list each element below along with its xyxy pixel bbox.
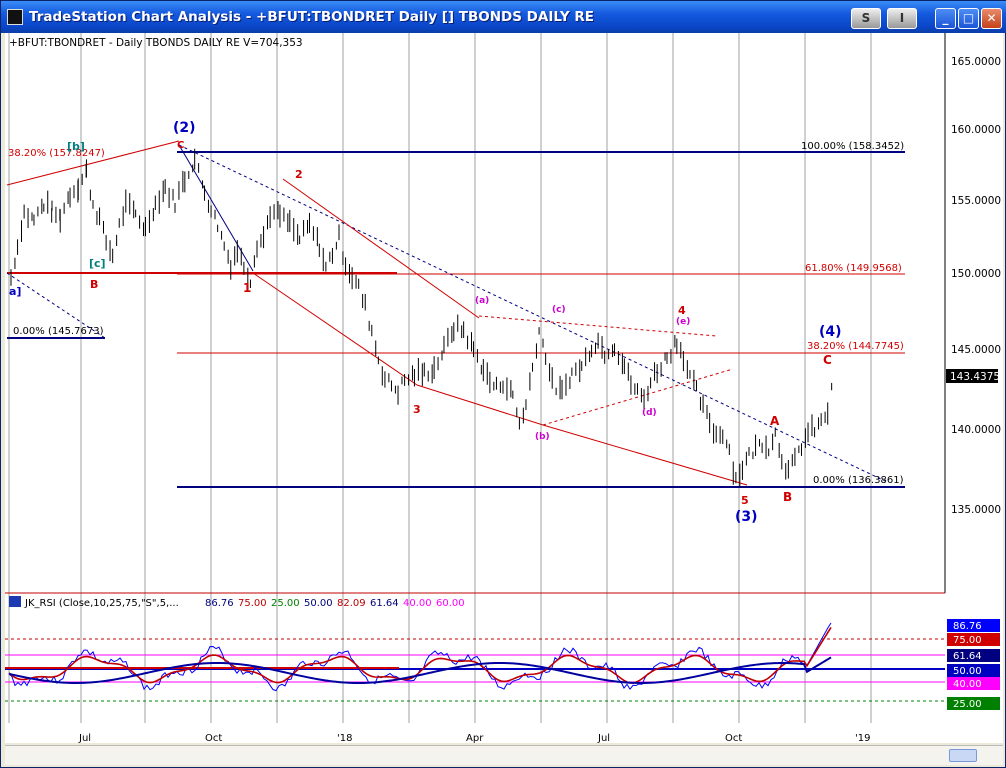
wave-3-label: (3) — [735, 509, 758, 525]
time-tick: '19 — [855, 733, 870, 743]
a-bracket-label: a] — [9, 285, 21, 298]
wave-c-small: (c) — [552, 305, 566, 315]
chart-header: +BFUT:TBONDRET - Daily TBONDS DAILY RE V… — [9, 37, 303, 49]
close-button[interactable]: ✕ — [981, 8, 1002, 29]
time-tick: Oct — [205, 733, 222, 743]
wave-C-label: C — [823, 353, 832, 367]
wave-1-label: 1 — [243, 281, 251, 295]
time-tick: Jul — [78, 733, 91, 743]
price-tick: 155.0000 — [951, 195, 1001, 207]
left-C-label: C — [177, 140, 184, 151]
wave-3s-label: 3 — [413, 403, 421, 416]
fib-382-label: 38.20% (144.7745) — [807, 341, 904, 352]
horizontal-scrollbar[interactable] — [5, 745, 1003, 765]
time-tick: '18 — [337, 733, 352, 743]
rsi-legend-value: 61.64 — [370, 598, 399, 609]
rsi-legend-value: 25.00 — [271, 598, 300, 609]
price-tick: 135.0000 — [951, 504, 1001, 516]
wave-a-small: (a) — [475, 296, 489, 306]
i-menu-button[interactable]: I — [887, 8, 917, 29]
fib-0-label: 0.00% (136.3861) — [813, 475, 904, 486]
title-bar[interactable]: TradeStation Chart Analysis - +BFUT:TBON… — [1, 1, 1006, 33]
left-B-label: B — [90, 278, 98, 291]
rsi-legend: JK_RSI (Close,10,25,75,"S",5,... — [24, 598, 179, 609]
left-0-label: 0.00% (145.7673) — [13, 326, 104, 337]
fib-618-label: 61.80% (149.9568) — [805, 263, 902, 274]
left-382-label: 38.20% (157.8247) — [8, 148, 105, 159]
price-tick: 150.0000 — [951, 268, 1001, 280]
rsi-badge-label: 25.00 — [953, 699, 982, 710]
rsi-legend-value: 60.00 — [436, 598, 465, 609]
rsi-legend-value: 82.09 — [337, 598, 366, 609]
fib-100-label: 100.00% (158.3452) — [801, 141, 904, 152]
wave-2s-label: 2 — [295, 168, 303, 181]
s-menu-button[interactable]: S — [851, 8, 881, 29]
time-tick: Oct — [725, 733, 742, 743]
rsi-legend-value: 75.00 — [238, 598, 267, 609]
wave-4s-label: 4 — [678, 304, 686, 317]
wave-d-small: (d) — [642, 408, 657, 418]
price-tick: 165.0000 — [951, 56, 1001, 68]
chart-area[interactable]: +BFUT:TBONDRET - Daily TBONDS DAILY RE V… — [5, 33, 1003, 743]
bracket-b-label: [b] — [67, 140, 85, 153]
minimize-button[interactable]: _ — [935, 8, 956, 29]
maximize-button[interactable]: □ — [958, 8, 979, 29]
price-tick: 140.0000 — [951, 424, 1001, 436]
time-tick: Apr — [466, 733, 484, 743]
app-icon[interactable] — [7, 9, 23, 25]
wave-5s-label: 5 — [741, 494, 749, 507]
rsi-legend-value: 50.00 — [304, 598, 333, 609]
wave-B-label: B — [783, 490, 792, 504]
rsi-badge-label: 75.00 — [953, 635, 982, 646]
wave-2-label: (2) — [173, 120, 196, 136]
rsi-badge-label: 86.76 — [953, 621, 982, 632]
time-tick: Jul — [597, 733, 610, 743]
rsi-badge-label: 50.00 — [953, 666, 982, 677]
app-window: TradeStation Chart Analysis - +BFUT:TBON… — [0, 0, 1006, 768]
rsi-legend-value: 40.00 — [403, 598, 432, 609]
scroll-thumb[interactable] — [949, 749, 977, 762]
price-tick: 145.0000 — [951, 344, 1001, 356]
wave-4-label: (4) — [819, 324, 842, 340]
wave-b-small: (b) — [535, 432, 550, 442]
wave-A-label: A — [770, 414, 780, 428]
wave-e-small: (e) — [676, 317, 690, 327]
bracket-c-label: [c] — [89, 257, 106, 270]
last-price-label: 143.4375 — [950, 371, 1000, 383]
rsi-legend-value: 86.76 — [205, 598, 234, 609]
price-tick: 160.0000 — [951, 124, 1001, 136]
rsi-badge-label: 40.00 — [953, 679, 982, 690]
window-title: TradeStation Chart Analysis - +BFUT:TBON… — [29, 9, 594, 25]
rsi-badge-label: 61.64 — [953, 651, 982, 662]
